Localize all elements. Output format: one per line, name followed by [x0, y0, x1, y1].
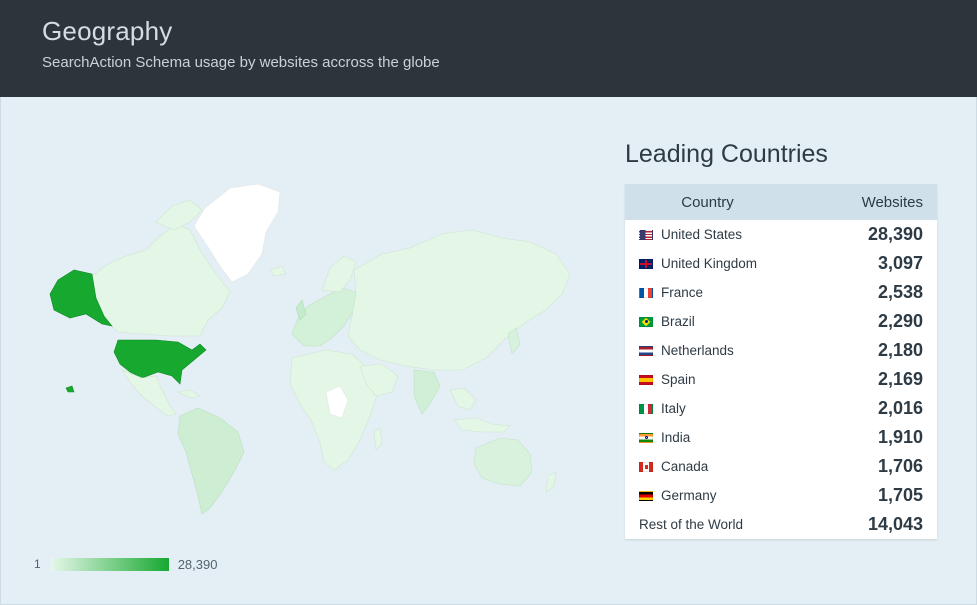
table-row[interactable]: Brazil 2,290: [625, 307, 937, 336]
map-region-scandinavia[interactable]: [321, 255, 357, 293]
map-region-madagascar[interactable]: [373, 427, 383, 451]
country-name: Germany: [661, 488, 717, 503]
websites-count: 1,706: [877, 456, 923, 476]
leading-countries-title: Leading Countries: [625, 140, 828, 168]
table-row[interactable]: Italy 2,016: [625, 394, 937, 423]
country-name: United States: [661, 227, 743, 242]
country-name: Netherlands: [661, 343, 734, 358]
flag-us-icon: [639, 229, 653, 240]
flag-gb-icon: [639, 258, 653, 269]
map-region-russia-asia[interactable]: [347, 229, 571, 371]
column-header-country[interactable]: Country: [625, 194, 790, 211]
country-name: France: [661, 285, 704, 300]
legend-gradient-bar: [50, 557, 169, 571]
table-row[interactable]: Canada 1,706: [625, 452, 937, 481]
map-region-hawaii[interactable]: [65, 385, 75, 393]
table-row[interactable]: Rest of the World 14,043: [625, 510, 937, 539]
table-row[interactable]: Germany 1,705: [625, 481, 937, 510]
map-region-new-zealand[interactable]: [545, 471, 557, 493]
map-region-caribbean[interactable]: [177, 389, 201, 399]
table-row[interactable]: India 1,910: [625, 423, 937, 452]
websites-count: 2,290: [877, 311, 923, 331]
table-header: Country Websites: [625, 184, 937, 220]
page-subtitle: SearchAction Schema usage by websites ac…: [42, 54, 440, 71]
table-row[interactable]: Spain 2,169: [625, 365, 937, 394]
websites-count: 2,169: [877, 369, 923, 389]
flag-es-icon: [639, 374, 653, 385]
websites-count: 2,538: [877, 282, 923, 302]
country-name: Rest of the World: [639, 517, 744, 532]
websites-count: 1,705: [877, 485, 923, 505]
country-name: Brazil: [661, 314, 695, 329]
map-region-indonesia[interactable]: [453, 417, 511, 433]
legend-min-value: 1: [34, 557, 41, 571]
country-name: United Kingdom: [661, 256, 758, 271]
map-region-se-asia[interactable]: [449, 387, 477, 411]
websites-count: 14,043: [867, 514, 923, 534]
table-row[interactable]: United States 28,390: [625, 220, 937, 249]
country-name: Spain: [661, 372, 696, 387]
flag-de-icon: [639, 490, 653, 501]
table-row[interactable]: Netherlands 2,180: [625, 336, 937, 365]
leading-countries-table: Country Websites United States 28,390 Un…: [625, 184, 937, 539]
country-name: India: [661, 430, 691, 445]
table-body: United States 28,390 United Kingdom 3,09…: [625, 220, 937, 539]
flag-nl-icon: [639, 345, 653, 356]
country-name: Italy: [661, 401, 686, 416]
map-region-south-america[interactable]: [177, 407, 245, 515]
websites-count: 2,016: [877, 398, 923, 418]
flag-br-icon: [639, 316, 653, 327]
world-map[interactable]: [30, 170, 580, 515]
column-header-websites[interactable]: Websites: [790, 194, 937, 211]
websites-count: 3,097: [877, 253, 923, 273]
flag-ca-icon: [639, 461, 653, 472]
table-row[interactable]: France 2,538: [625, 278, 937, 307]
websites-count: 28,390: [867, 224, 923, 244]
map-region-australia[interactable]: [473, 437, 533, 487]
flag-fr-icon: [639, 287, 653, 298]
websites-count: 2,180: [877, 340, 923, 360]
flag-it-icon: [639, 403, 653, 414]
map-legend: 1 28,390: [34, 556, 217, 572]
map-region-mexico[interactable]: [121, 369, 177, 417]
page-title: Geography: [42, 16, 173, 46]
legend-max-value: 28,390: [177, 556, 218, 572]
map-region-iceland[interactable]: [269, 265, 287, 277]
websites-count: 1,910: [877, 427, 923, 447]
country-name: Canada: [661, 459, 709, 474]
flag-in-icon: [639, 432, 653, 443]
map-region-india[interactable]: [413, 369, 441, 415]
header: Geography SearchAction Schema usage by w…: [0, 0, 977, 97]
table-row[interactable]: United Kingdom 3,097: [625, 249, 937, 278]
